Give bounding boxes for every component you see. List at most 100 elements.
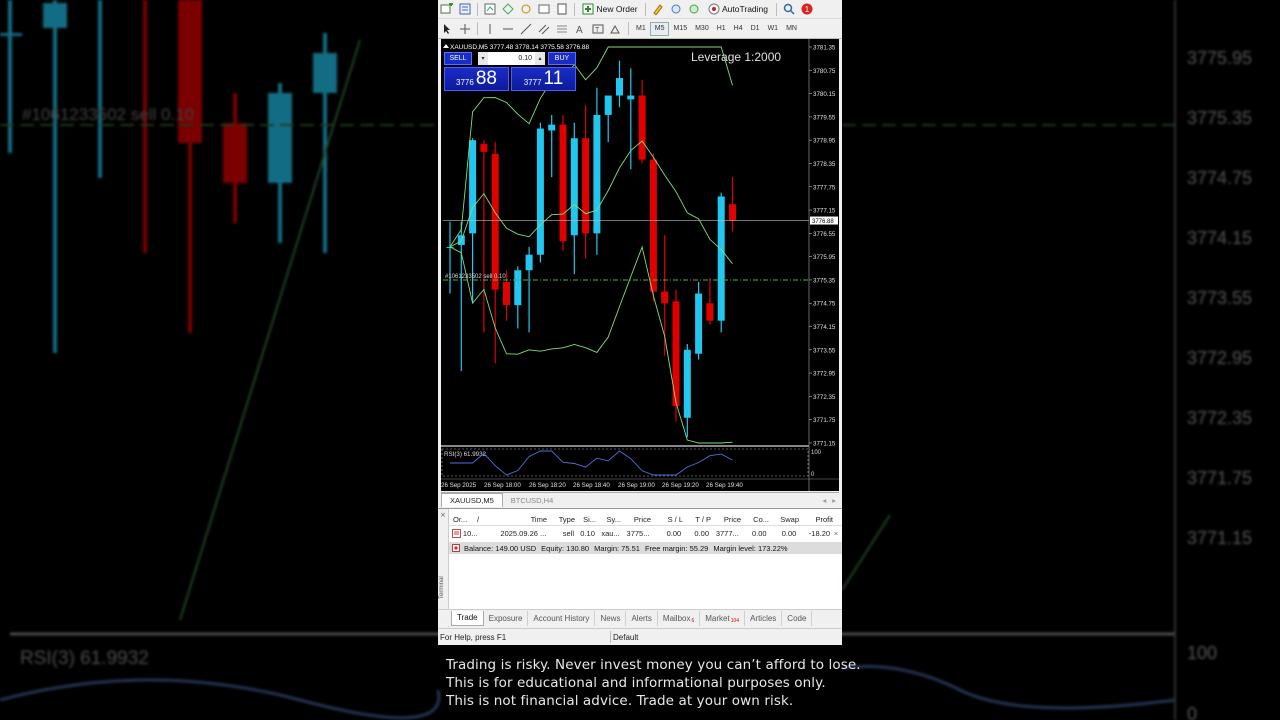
tab-label: Exposure bbox=[488, 613, 523, 623]
profile-name: Default bbox=[613, 632, 639, 642]
cursor-icon[interactable] bbox=[440, 21, 454, 36]
vps-icon[interactable] bbox=[687, 2, 701, 17]
price-axis-label: 3777.15 bbox=[813, 208, 836, 215]
crosshair-icon[interactable] bbox=[458, 21, 472, 36]
fibonacci-icon[interactable] bbox=[555, 21, 569, 36]
chart-tabs: XAUUSD,M5 BTCUSD,H4 ◂ ▸ bbox=[441, 492, 839, 507]
lot-size-input[interactable]: 0.10 bbox=[488, 52, 535, 65]
lot-increase-icon[interactable]: ▴ bbox=[535, 52, 545, 65]
terminal-tab-exposure[interactable]: Exposure bbox=[484, 610, 529, 626]
signals-icon[interactable] bbox=[669, 2, 683, 17]
navigator-icon[interactable] bbox=[501, 2, 515, 17]
timeframe-mn[interactable]: MN bbox=[782, 22, 801, 36]
column-header[interactable]: Si... bbox=[575, 513, 596, 525]
chart-tab-btcusd[interactable]: BTCUSD,H4 bbox=[503, 493, 562, 507]
timeframe-m15[interactable]: M15 bbox=[669, 22, 691, 36]
terminal-tab-account-history[interactable]: Account History bbox=[528, 610, 596, 626]
terminal-tab-articles[interactable]: Articles bbox=[745, 610, 783, 626]
column-header[interactable]: T / P bbox=[683, 513, 711, 525]
price-axis-label: 3771.75 bbox=[813, 417, 836, 424]
candle-body bbox=[469, 140, 477, 234]
equity-value: Equity: 130.80 bbox=[541, 543, 590, 553]
column-header[interactable]: Time bbox=[489, 513, 547, 525]
bg-rsi-axis-bottom: 0 bbox=[1187, 704, 1197, 720]
timeframe-m30[interactable]: M30 bbox=[691, 22, 713, 36]
terminal-tab-market[interactable]: Market 104 bbox=[700, 610, 746, 626]
help-text: For Help, press F1 bbox=[440, 632, 507, 642]
timeframe-h1[interactable]: H1 bbox=[713, 22, 730, 36]
tabs-scroll-left-icon[interactable]: ◂ bbox=[819, 493, 829, 507]
table-row[interactable]: 10... 2025.09.26 ... sell 0.10 xau... 37… bbox=[449, 527, 842, 540]
rsi-axis-top: 100 bbox=[811, 450, 822, 456]
new-order-button[interactable]: New Order bbox=[580, 2, 640, 17]
strategy-tester-icon[interactable] bbox=[555, 2, 569, 17]
time-axis-label: 26 Sep 19:40 bbox=[706, 482, 743, 489]
tabs-scroll-right-icon[interactable]: ▸ bbox=[829, 493, 839, 507]
close-position-icon[interactable]: × bbox=[830, 527, 842, 540]
column-header[interactable]: Or... bbox=[449, 513, 477, 525]
chart-canvas[interactable]: 3781.35 3780.75 3780.15 3779.55 3778.95 3778.… bbox=[441, 39, 839, 491]
trendline-icon[interactable] bbox=[519, 21, 533, 36]
terminal-tab-trade[interactable]: Trade bbox=[451, 610, 484, 626]
column-header[interactable]: Price bbox=[621, 513, 651, 525]
chart-tab-xauusd[interactable]: XAUUSD,M5 bbox=[441, 493, 503, 507]
text-label-icon[interactable]: T bbox=[591, 21, 605, 36]
collapse-triangle-icon[interactable] bbox=[443, 44, 449, 48]
close-icon[interactable]: × bbox=[440, 511, 446, 519]
new-chart-icon[interactable] bbox=[440, 2, 454, 17]
notification-badge[interactable]: 1 bbox=[800, 2, 814, 17]
shapes-icon[interactable] bbox=[609, 21, 623, 36]
column-header[interactable]: Sy... bbox=[596, 513, 621, 525]
column-header[interactable]: Profit bbox=[799, 513, 833, 525]
autotrading-button[interactable]: AutoTrading bbox=[705, 2, 771, 17]
time-cell: 2025.09.26 ... bbox=[500, 529, 547, 538]
column-header[interactable]: Swap bbox=[769, 513, 799, 525]
timeframe-w1[interactable]: W1 bbox=[764, 22, 783, 36]
column-header[interactable]: Price bbox=[711, 513, 741, 525]
bg-candle-body bbox=[268, 93, 292, 183]
channel-icon[interactable] bbox=[537, 21, 551, 36]
buy-price-box[interactable]: 3777 11 bbox=[511, 67, 576, 91]
screen: #1061233502 sell 0.10 3775.95 3775.35 3774.… bbox=[0, 0, 1280, 720]
balance-value: Balance: 149.00 USD bbox=[464, 543, 537, 553]
vertical-line-icon[interactable] bbox=[483, 21, 497, 36]
candle-body bbox=[706, 303, 714, 321]
timeframe-d1[interactable]: D1 bbox=[747, 22, 764, 36]
candle-body bbox=[514, 270, 522, 306]
market-watch-icon[interactable] bbox=[483, 2, 497, 17]
separator bbox=[574, 2, 575, 16]
column-header[interactable]: S / L bbox=[651, 513, 683, 525]
price-axis-label: 3775.35 bbox=[813, 277, 836, 284]
terminal-icon[interactable] bbox=[537, 2, 551, 17]
sell-price-big: 88 bbox=[475, 68, 497, 89]
tp-cell: 0.00 bbox=[694, 529, 710, 538]
lot-decrease-icon[interactable]: ▾ bbox=[478, 52, 488, 65]
buy-button[interactable]: BUY bbox=[548, 52, 576, 65]
column-header[interactable]: / bbox=[477, 513, 489, 525]
column-header[interactable]: Co... bbox=[741, 513, 769, 525]
bg-price-label: 3775.95 bbox=[1187, 48, 1252, 68]
text-icon[interactable]: A bbox=[573, 21, 587, 36]
column-header[interactable]: Type bbox=[547, 513, 575, 525]
timeframe-m5[interactable]: M5 bbox=[649, 21, 670, 36]
candle-body bbox=[717, 196, 725, 321]
terminal-tab-news[interactable]: News bbox=[595, 610, 627, 626]
sell-button[interactable]: SELL bbox=[444, 52, 472, 65]
bg-price-label: 3772.35 bbox=[1187, 408, 1252, 428]
metaeditor-icon[interactable] bbox=[651, 2, 665, 17]
profiles-icon[interactable] bbox=[458, 2, 472, 17]
terminal-tab-mailbox[interactable]: Mailbox 6 bbox=[658, 610, 701, 626]
horizontal-line-icon[interactable] bbox=[501, 21, 515, 36]
terminal-tab-code[interactable]: Code bbox=[782, 610, 813, 626]
new-order-label: New Order bbox=[596, 4, 638, 14]
data-window-icon[interactable] bbox=[519, 2, 533, 17]
margin-level-value: Margin level: 173.22% bbox=[713, 543, 788, 553]
timeframe-m1[interactable]: M1 bbox=[632, 22, 650, 36]
price-chart[interactable]: 3781.35 3780.75 3780.15 3779.55 3778.95 3778.… bbox=[441, 39, 839, 491]
sell-price-box[interactable]: 3776 88 bbox=[444, 67, 509, 91]
candle-body bbox=[480, 144, 488, 152]
terminal-tab-alerts[interactable]: Alerts bbox=[626, 610, 658, 626]
search-icon[interactable] bbox=[782, 2, 796, 17]
timeframe-h4[interactable]: H4 bbox=[730, 22, 747, 36]
price-axis-label: 3777.75 bbox=[813, 184, 836, 191]
